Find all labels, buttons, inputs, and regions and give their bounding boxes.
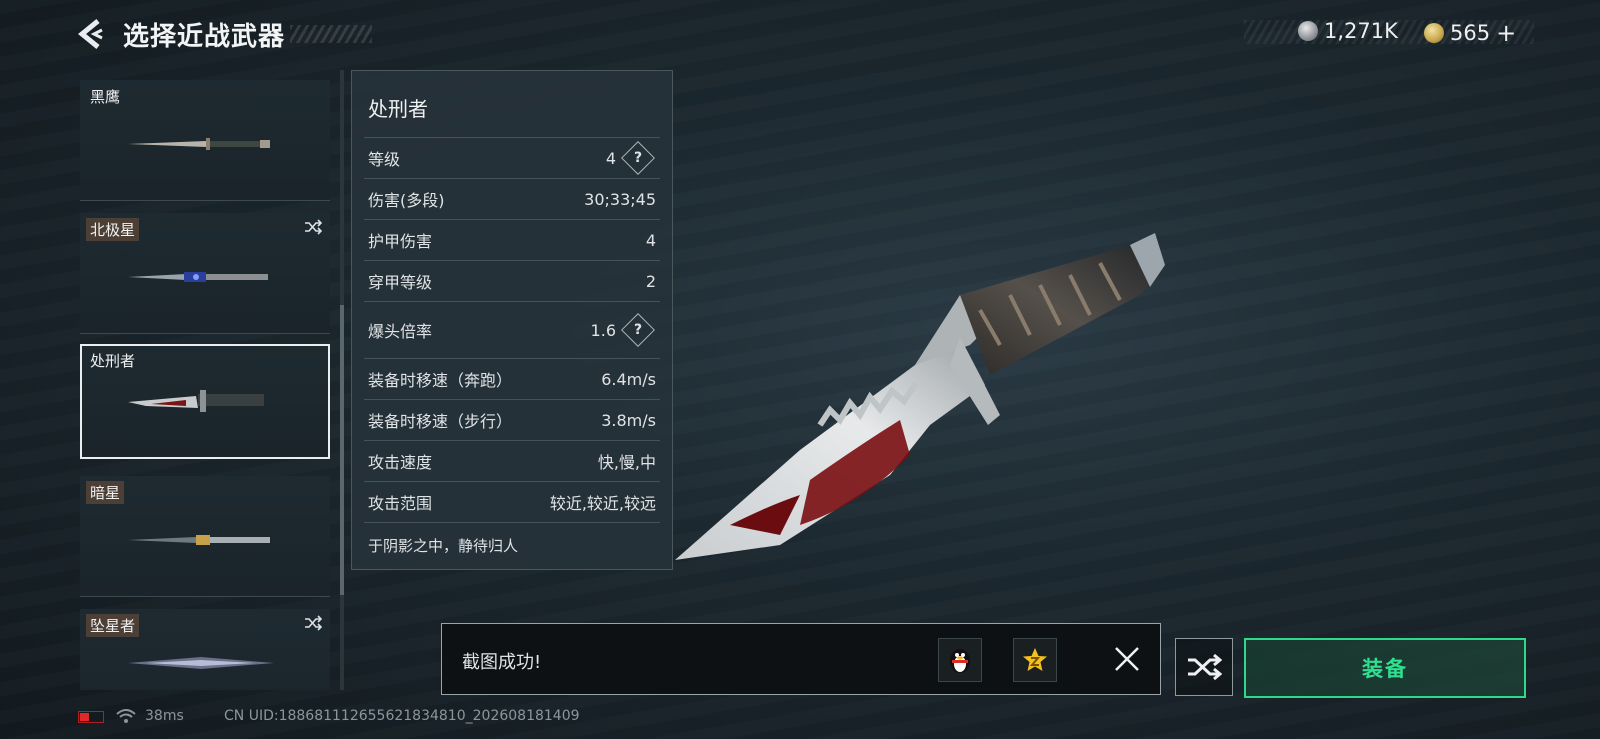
stat-label: 伤害(多段) [368,191,445,210]
silver-currency: 1,271K [1298,19,1398,43]
stat-row-run-speed: 装备时移速（奔跑） 6.4m/s [364,358,660,399]
stat-label: 护甲伤害 [368,232,433,251]
stat-label: 穿甲等级 [368,273,433,292]
share-qq-button[interactable] [938,638,982,682]
weapon-label: 北极星 [86,218,140,241]
weapon-card-anxing[interactable]: 暗星 [80,476,330,597]
stats-table: 等级 4 ? 伤害(多段) 30;33;45 护甲伤害 4 穿甲等级 2 爆头倍… [364,137,660,567]
stat-label: 装备时移速（奔跑） [368,371,513,390]
stat-value: 6.4m/s [601,369,656,389]
ping-indicator: 38ms [145,708,184,724]
stat-label: 攻击速度 [368,453,433,472]
battery-icon [78,711,104,723]
stat-value: 较近,较近,较远 [549,494,656,513]
knife-icon [128,390,264,412]
stat-row-damage: 伤害(多段) 30;33;45 [364,178,660,219]
knife-icon [128,535,270,545]
gold-currency[interactable]: 565 + [1424,19,1516,47]
silver-amount: 1,271K [1324,19,1398,43]
help-icon[interactable]: ? [621,141,655,175]
page-title: 选择近战武器 [123,22,286,52]
stat-label: 攻击范围 [368,494,433,513]
stat-value: 3.8m/s [601,410,656,430]
weapon-name: 处刑者 [368,97,428,121]
gold-amount: 565 [1450,21,1491,45]
silver-coin-icon [1298,21,1318,41]
qzone-star-icon [1023,648,1047,671]
weapon-card-beijixing[interactable]: 北极星 [80,213,330,334]
user-uid: CN UID:18868111265562183481​0_2026081814… [224,708,580,724]
shuffle-icon [305,615,322,631]
knife-icon [128,272,268,282]
stat-row-attack-speed: 攻击速度 快,慢,中 [364,440,660,481]
add-gold-plus[interactable]: + [1496,19,1516,47]
scrollbar-thumb[interactable] [340,305,344,595]
screenshot-toast: 截图成功! [441,623,1161,695]
stat-value: 快,慢,中 [597,453,656,472]
shuffle-icon [1188,653,1222,681]
stat-value: 1.6 [590,320,616,340]
stat-row-headshot: 爆头倍率 1.6 ? [364,301,660,358]
stat-row-level: 等级 4 ? [364,137,660,178]
weapon-label: 处刑者 [90,352,136,370]
shuffle-icon [305,219,322,235]
stat-value: 4 [605,148,616,168]
weapon-label: 黑鹰 [90,88,121,106]
weapon-description: 于阴影之中，静待归人 [364,522,660,567]
gold-coin-icon [1424,23,1444,43]
stat-value: 4 [645,230,656,250]
share-qzone-button[interactable] [1013,638,1057,682]
stat-label: 装备时移速（步行） [368,412,513,431]
stat-row-penetration: 穿甲等级 2 [364,260,660,301]
toast-message: 截图成功! [462,652,542,673]
knife-icon [128,657,274,669]
weapon-label: 坠星者 [86,614,140,637]
stat-label: 爆头倍率 [368,322,433,341]
stat-row-armor-damage: 护甲伤害 4 [364,219,660,260]
stat-label: 等级 [368,150,401,169]
knife-icon [128,138,270,150]
stat-row-attack-range: 攻击范围 较近,较近,较远 [364,481,660,522]
weapon-preview-knife [675,233,1165,560]
weapon-label: 暗星 [86,481,125,504]
qq-penguin-icon [950,649,970,673]
equip-button[interactable]: 装备 [1244,638,1526,698]
random-skin-button[interactable] [1175,638,1233,696]
weapon-card-chuxingzhe[interactable]: 处刑者 [80,344,330,459]
title-decoration [290,25,372,43]
close-icon[interactable] [1112,644,1142,674]
stat-value: 2 [645,271,656,291]
weapon-list[interactable]: 黑鹰 北极星 处刑者 暗星 坠星者 [80,80,330,690]
weapon-card-zhuixingzhe[interactable]: 坠星者 [80,609,330,690]
help-icon[interactable]: ? [621,313,655,347]
stat-value: 30;33;45 [584,189,656,209]
back-arrow-icon[interactable] [76,18,106,50]
weapon-card-heiying[interactable]: 黑鹰 [80,80,330,201]
stat-row-walk-speed: 装备时移速（步行） 3.8m/s [364,399,660,440]
weapon-stats-panel: 处刑者 等级 4 ? 伤害(多段) 30;33;45 护甲伤害 4 穿甲等级 2… [351,70,673,570]
wifi-icon [116,709,136,723]
